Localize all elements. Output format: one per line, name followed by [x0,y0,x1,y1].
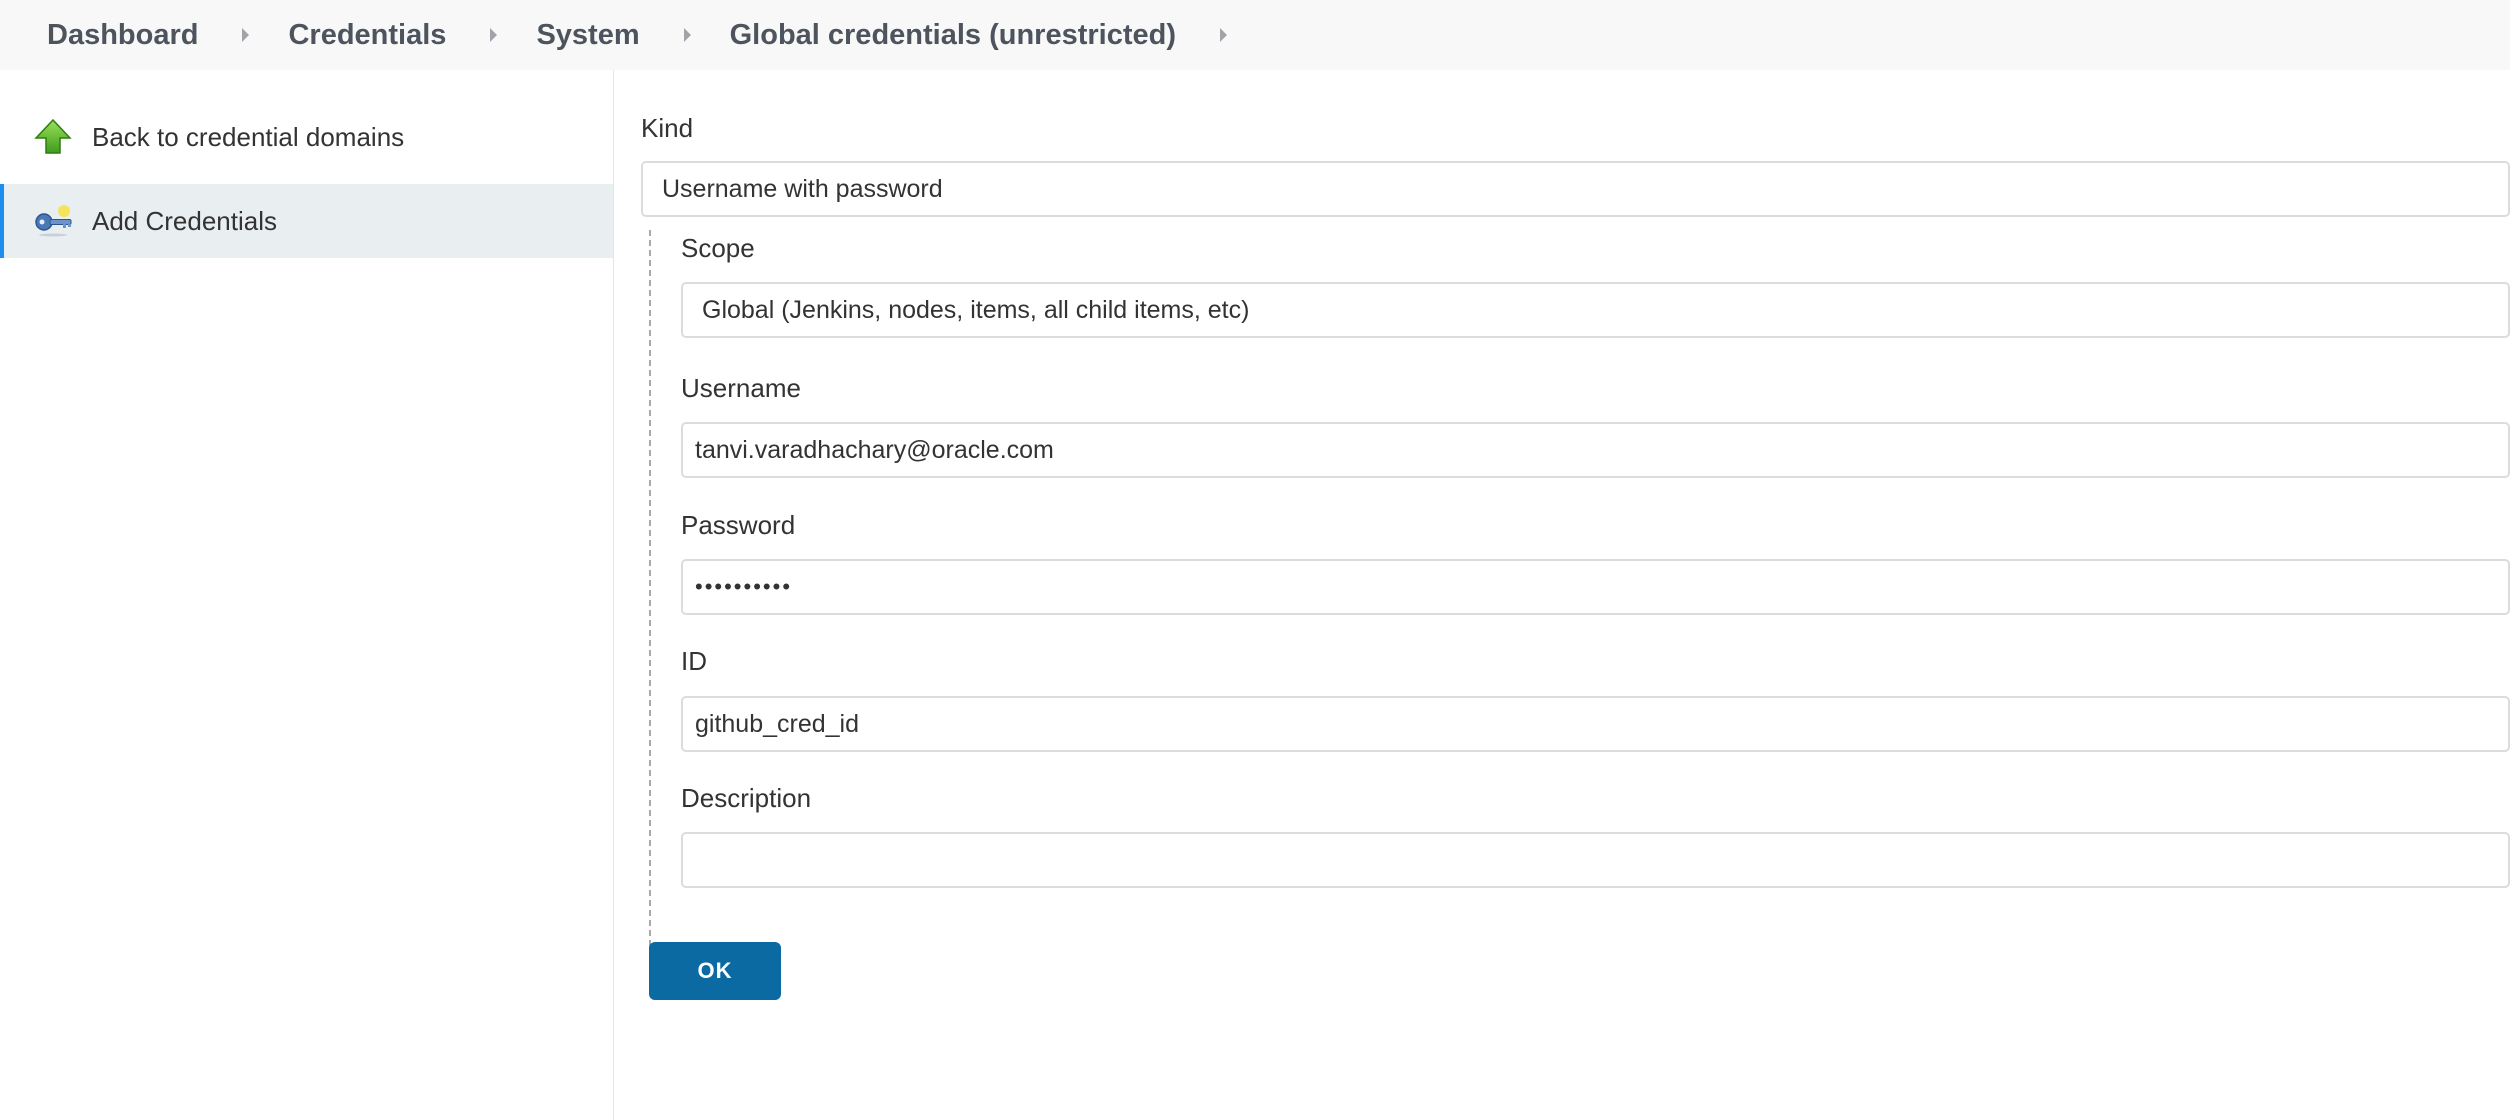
breadcrumb-system[interactable]: System [536,19,639,52]
scope-label: Scope [681,233,755,263]
id-input[interactable]: github_cred_id [681,696,2510,752]
key-icon [33,201,73,241]
sidebar-item-label: Add Credentials [92,205,277,236]
scope-select[interactable]: Global (Jenkins, nodes, items, all child… [681,282,2510,338]
password-label: Password [681,510,796,540]
sidebar-item-add-credentials[interactable]: Add Credentials [0,184,613,258]
sidebar: Back to credential domains Add Credentia… [0,70,614,1120]
nested-section-divider [649,230,651,956]
ok-button[interactable]: OK [649,942,781,1000]
username-input[interactable]: tanvi.varadhachary@oracle.com [681,422,2510,478]
description-label: Description [681,783,812,813]
breadcrumb-chevron-icon[interactable] [490,28,498,42]
sidebar-item-back-to-credential-domains[interactable]: Back to credential domains [0,105,613,169]
breadcrumb-chevron-icon[interactable] [1220,28,1227,42]
kind-label: Kind [641,113,694,143]
breadcrumb-chevron-icon[interactable] [683,28,691,42]
breadcrumb-dashboard[interactable]: Dashboard [47,19,198,52]
breadcrumb-credentials[interactable]: Credentials [288,19,446,52]
breadcrumb-global-credentials[interactable]: Global credentials (unrestricted) [730,19,1176,52]
password-input[interactable]: •••••••••• [681,559,2510,615]
breadcrumb: Dashboard Credentials System Global cred… [0,0,2510,70]
id-label: ID [681,646,707,676]
username-label: Username [681,373,801,403]
breadcrumb-chevron-icon[interactable] [242,28,250,42]
green-up-arrow-icon [33,117,73,157]
kind-select[interactable]: Username with password [641,161,2510,217]
credential-form: Kind Username with password Scope Global… [614,70,2510,1120]
sidebar-item-label: Back to credential domains [92,121,405,152]
description-input[interactable] [681,832,2510,888]
